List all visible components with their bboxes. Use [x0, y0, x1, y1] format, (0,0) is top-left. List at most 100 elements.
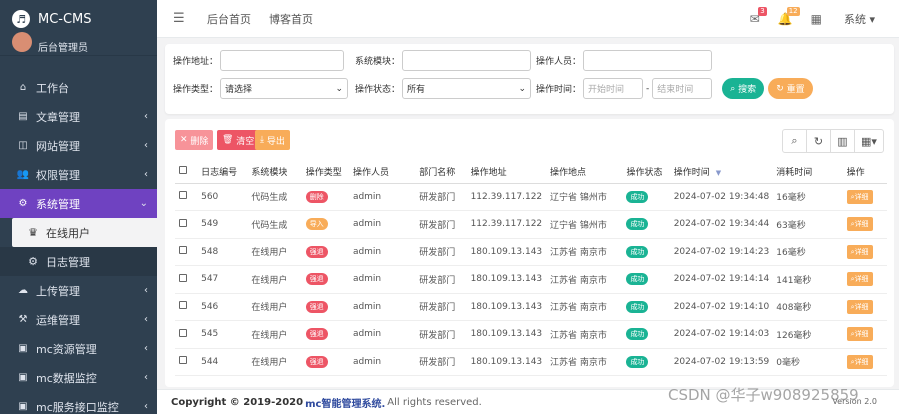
detail-button[interactable]: ⌕详细 [846, 327, 873, 342]
status-badge: 成功 [626, 190, 649, 203]
col-time[interactable]: 操作时间 ▼ [669, 161, 773, 184]
sidebar-item-ops[interactable]: ⚒ 运维管理 ‹ [0, 305, 157, 334]
sidebar-item-label: 运维管理 [36, 313, 80, 327]
tab-blog-home[interactable]: 博客首页 [269, 11, 313, 27]
col-cost[interactable]: 消耗时间 [772, 161, 843, 184]
chevron-left-icon: ‹ [144, 169, 148, 180]
cell-time: 2024-07-02 19:34:44 [669, 210, 773, 239]
col-module[interactable]: 系统模块 [247, 161, 302, 184]
detail-button[interactable]: ⌕详细 [846, 354, 873, 369]
article-icon: ▤ [18, 111, 28, 122]
api-icon: ▣ [18, 401, 28, 412]
chevron-left-icon: ‹ [144, 343, 148, 354]
table-row[interactable]: 549 代码生成 导入 admin 研发部门 112.39.117.122 辽宁省 锦州市成… [175, 210, 887, 239]
select-all-checkbox[interactable] [179, 166, 187, 175]
user-panel[interactable]: 后台管理员 [0, 31, 157, 56]
status-badge: 成功 [626, 218, 649, 231]
col-status[interactable]: 操作状态 [622, 161, 670, 184]
table-row[interactable]: 544 在线用户 强退 admin 研发部门 180.109.13.143 江苏省 南京市成… [175, 348, 887, 376]
cell-dept: 研发部门 [415, 348, 467, 376]
system-menu[interactable]: 系统 ▾ [844, 11, 875, 27]
cell-location: 江苏省 南京市 [546, 293, 623, 321]
col-id[interactable]: 日志编号 [197, 161, 248, 184]
detail-button[interactable]: ⌕详细 [846, 272, 873, 287]
detail-button[interactable]: ⌕详细 [846, 217, 873, 232]
detail-button[interactable]: ⌕详细 [846, 299, 873, 314]
sidebar-item-resources[interactable]: ▣ mc资源管理 ‹ [0, 334, 157, 363]
col-actions: 操作 [842, 161, 887, 184]
detail-button-label: 详细 [854, 357, 869, 366]
sidebar-subitem-online-users[interactable]: ♛ 在线用户 [12, 218, 157, 247]
start-time-input[interactable]: 开始时间 [583, 78, 644, 99]
export-button[interactable]: ⤓ 导出 [255, 130, 290, 150]
sidebar-item-articles[interactable]: ▤ 文章管理 ‹ [0, 102, 157, 131]
table-header-row: 日志编号 系统模块 操作类型 操作人员 部门名称 操作地址 操作地点 操作状态 … [175, 161, 887, 184]
cell-cost: 0毫秒 [772, 348, 843, 376]
address-input[interactable] [220, 50, 345, 71]
table-row[interactable]: 546 在线用户 强退 admin 研发部门 180.109.13.143 江苏省 南京市成… [175, 293, 887, 321]
table-row[interactable]: 548 在线用户 强退 admin 研发部门 180.109.13.143 江苏省 南京市成… [175, 238, 887, 266]
sidebar-item-api-monitor[interactable]: ▣ mc服务接口监控 ‹ [0, 392, 157, 414]
menu-toggle-icon[interactable]: ☰ [173, 11, 189, 26]
row-select-cell [175, 265, 198, 294]
refresh-icon[interactable]: ↻ [807, 130, 831, 152]
site-icon: ◫ [18, 140, 28, 151]
grid-icon[interactable]: ▦ [811, 12, 822, 26]
col-ip[interactable]: 操作地址 [466, 161, 547, 184]
row-checkbox[interactable] [179, 218, 187, 227]
sidebar-item-system[interactable]: ⚙ 系统管理 ⌄ [0, 189, 157, 218]
clear-button[interactable]: 🗑 清空 [217, 130, 260, 150]
col-dept[interactable]: 部门名称 [415, 161, 467, 184]
columns-icon[interactable]: ▦▾ [855, 130, 883, 152]
cell-status: 成功 [622, 348, 670, 376]
bell-icon[interactable]: 🔔 12 [778, 7, 800, 26]
table-row[interactable]: 560 代码生成 删除 admin 研发部门 112.39.117.122 辽宁省 锦州市成… [175, 183, 887, 211]
detail-button[interactable]: ⌕详细 [846, 244, 873, 259]
trash-icon: 🗑 [222, 135, 237, 145]
col-type[interactable]: 操作类型 [301, 161, 349, 184]
end-time-input[interactable]: 结束时间 [652, 78, 713, 99]
sidebar-item-label: mc数据监控 [36, 371, 97, 385]
cell-operator: admin [348, 265, 416, 294]
row-checkbox[interactable] [179, 273, 187, 282]
toggle-view-icon[interactable]: ▥ [831, 130, 855, 152]
sidebar-item-data-monitor[interactable]: ▣ mc数据监控 ‹ [0, 363, 157, 392]
type-badge: 强退 [305, 273, 328, 286]
sidebar-item-permissions[interactable]: 👥 权限管理 ‹ [0, 160, 157, 189]
sidebar-item-dashboard[interactable]: ⌂ 工作台 [0, 73, 157, 102]
footer-brand-link[interactable]: mc智能管理系统. [305, 395, 385, 410]
tab-admin-home[interactable]: 后台首页 [207, 11, 251, 27]
resource-icon: ▣ [18, 343, 28, 354]
cell-type: 强退 [301, 320, 349, 349]
message-icon[interactable]: ✉ 3 [750, 7, 767, 26]
search-icon: ⌕ [730, 83, 739, 94]
monitor-icon: ▣ [18, 372, 28, 383]
search-button[interactable]: ⌕ 搜索 [722, 78, 765, 99]
table-row[interactable]: 545 在线用户 强退 admin 研发部门 180.109.13.143 江苏省 南京市成… [175, 320, 887, 349]
row-checkbox[interactable] [179, 356, 187, 365]
detail-button[interactable]: ⌕详细 [846, 189, 873, 204]
row-checkbox[interactable] [179, 191, 187, 200]
search-icon[interactable]: ⌕ [783, 130, 807, 152]
sidebar-item-label: 系统管理 [36, 197, 80, 211]
row-checkbox[interactable] [179, 301, 187, 310]
type-select[interactable]: 请选择 ⌄ [220, 78, 349, 99]
reset-button[interactable]: ↻ 重置 [768, 78, 813, 99]
cell-operator: admin [348, 348, 416, 376]
row-checkbox[interactable] [179, 328, 187, 337]
operator-input[interactable] [583, 50, 713, 71]
table-row[interactable]: 547 在线用户 强退 admin 研发部门 180.109.13.143 江苏省 南京市成… [175, 265, 887, 294]
col-location[interactable]: 操作地点 [546, 161, 623, 184]
col-operator[interactable]: 操作人员 [348, 161, 416, 184]
delete-button[interactable]: ✕ 删除 [175, 130, 214, 150]
row-checkbox[interactable] [179, 246, 187, 255]
module-input[interactable] [402, 50, 532, 71]
cell-id: 548 [197, 238, 248, 266]
sidebar-item-upload[interactable]: ☁ 上传管理 ‹ [0, 276, 157, 305]
cell-location: 江苏省 南京市 [546, 348, 623, 376]
sidebar-subitem-logs[interactable]: ⚙ 日志管理 [0, 247, 157, 276]
detail-button-label: 详细 [854, 330, 869, 339]
status-select[interactable]: 所有 ⌄ [402, 78, 532, 99]
sidebar-item-site[interactable]: ◫ 网站管理 ‹ [0, 131, 157, 160]
type-badge: 强退 [305, 300, 328, 313]
